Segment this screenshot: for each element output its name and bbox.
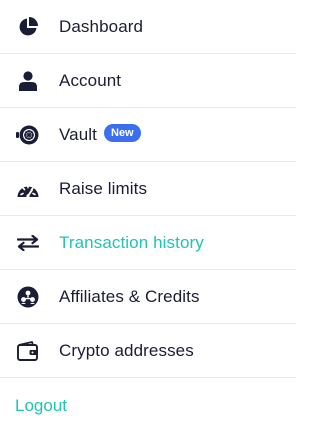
menu-item-crypto-addresses[interactable]: Crypto addresses <box>0 324 296 378</box>
menu-item-label: Crypto addresses <box>59 340 194 360</box>
pie-chart-icon <box>16 15 40 39</box>
logout-link[interactable]: Logout <box>0 378 296 434</box>
menu-item-label: Raise limits <box>59 178 148 198</box>
wallet-icon <box>16 339 40 363</box>
menu-item-label: Affiliates & Credits <box>59 286 200 306</box>
user-icon <box>16 69 40 93</box>
menu-item-raise-limits[interactable]: Raise limits <box>0 162 296 216</box>
account-menu: Dashboard Account Vault New Raise limits… <box>0 0 296 434</box>
menu-item-label: Dashboard <box>59 16 144 36</box>
menu-item-dashboard[interactable]: Dashboard <box>0 0 296 54</box>
new-badge: New <box>104 123 141 142</box>
menu-item-account[interactable]: Account <box>0 54 296 108</box>
menu-item-transaction-history[interactable]: Transaction history <box>0 216 296 270</box>
menu-item-label: Vault <box>59 124 97 144</box>
menu-item-vault[interactable]: Vault New <box>0 108 296 162</box>
menu-item-label: Transaction history <box>59 232 204 252</box>
network-icon <box>16 285 40 309</box>
speedometer-icon <box>16 177 40 201</box>
menu-item-affiliates-credits[interactable]: Affiliates & Credits <box>0 270 296 324</box>
transfer-arrows-icon <box>16 231 40 255</box>
vault-icon <box>16 123 40 147</box>
menu-item-label: Account <box>59 70 122 90</box>
